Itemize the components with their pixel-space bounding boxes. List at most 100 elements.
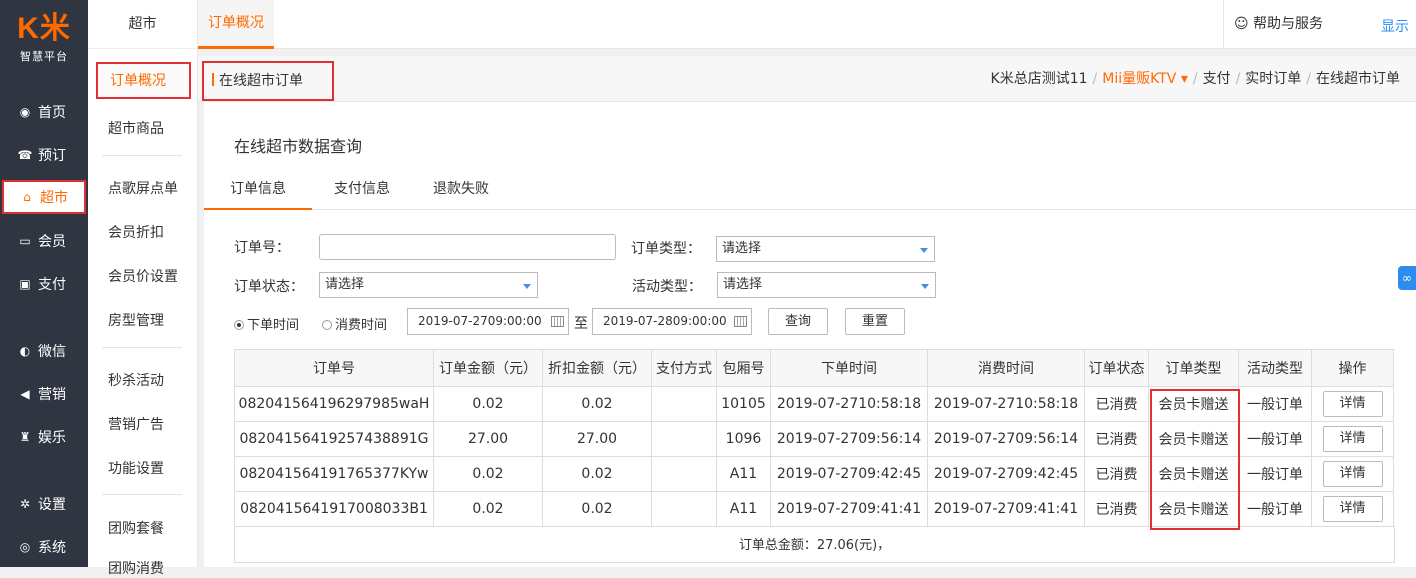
nav-item-8[interactable]: ✲ 设置 [0,484,88,524]
table-cell: 0.02 [542,386,652,422]
table-cell: 已消费 [1084,456,1149,492]
detail-button[interactable]: 详情 [1322,496,1383,522]
col-discount-amount: 折扣金额（元） [542,349,652,387]
col-order-status: 订单状态 [1084,349,1149,387]
subnav-item-feature-settings[interactable]: 功能设置 [108,458,164,478]
divider [102,494,182,495]
col-actions: 操作 [1311,349,1394,387]
table-cell: 082041564191765377KYw [234,456,434,492]
subnav-item-group-consumption[interactable]: 团购消费 [108,558,164,578]
detail-button[interactable]: 详情 [1322,461,1383,487]
subnav-item-products[interactable]: 超市商品 [108,118,164,138]
nav-item-6[interactable]: ◀ 营销 [0,374,88,414]
detail-button[interactable]: 详情 [1322,426,1383,452]
nav-item-2[interactable]: ⌂ 超市 [2,180,86,214]
table-cell: 0.02 [433,456,543,492]
help-service-link[interactable]: ☺ 帮助与服务 [1223,0,1323,49]
actions-cell: 详情 [1311,421,1394,457]
nav-item-5[interactable]: ◐ 微信 [0,331,88,371]
logo-subtitle: 智慧平台 [20,50,68,63]
nav-item-label: 设置 [38,497,66,513]
breadcrumb-venue-dropdown[interactable]: Mii量贩KTV ▾ [1102,71,1188,87]
page-title-text: 在线超市订单 [219,73,303,89]
reset-button[interactable]: 重置 [845,308,905,335]
table-cell: 会员卡赠送 [1148,386,1239,422]
nav-item-label: 首页 [38,105,66,121]
calendar-icon[interactable] [551,316,564,327]
nav-item-label: 超市 [40,190,68,206]
date-to-input[interactable]: 2019-07-2809:00:00 [592,308,752,335]
table-row: 082041564196297985waH 0.02 0.02 10105 2019-0… [234,386,1394,422]
subnav-item-member-discount[interactable]: 会员折扣 [108,222,164,242]
caret-down-icon: ▾ [1180,71,1188,87]
table-cell: 0.02 [433,386,543,422]
show-toggle[interactable]: 显示 [1381,16,1409,36]
subnav-item-marketing-ads[interactable]: 营销广告 [108,414,164,434]
tab-refund-failed[interactable]: 退款失败 [433,178,489,198]
nav-item-3[interactable]: ▭ 会员 [0,221,88,261]
help-label: 帮助与服务 [1253,16,1324,32]
tab-payment-info[interactable]: 支付信息 [334,178,390,198]
tab-order-info[interactable]: 订单信息 [204,178,312,210]
calendar-icon[interactable] [734,316,747,327]
order-no-input[interactable] [319,234,616,260]
table-cell: 会员卡赠送 [1148,491,1239,527]
table-cell: 2019-07-2709:56:14 [770,421,928,457]
nav-item-4[interactable]: ▣ 支付 [0,264,88,304]
table-cell: 一般订单 [1238,421,1312,457]
breadcrumb-current: 在线超市订单 [1316,71,1400,87]
table-cell: 0.02 [433,491,543,527]
subnav-item-order-overview[interactable]: 订单概况 [96,62,191,99]
nav-item-9[interactable]: ◎ 系统 [0,527,88,567]
wechat-icon: ◐ [19,344,31,358]
table-cell: 一般订单 [1238,456,1312,492]
breadcrumb-realtime-orders[interactable]: 实时订单 [1245,71,1301,87]
nav-item-7[interactable]: ♜ 娱乐 [0,417,88,457]
detail-button[interactable]: 详情 [1322,391,1383,417]
table-cell [651,421,717,457]
table-cell: 082041564196297985waH [234,386,434,422]
date-from-input[interactable]: 2019-07-2709:00:00 [407,308,569,335]
col-payment-method: 支付方式 [651,349,717,387]
query-button[interactable]: 查询 [768,308,828,335]
table-cell: A11 [716,456,771,492]
activity-type-select[interactable]: 请选择 [717,272,936,298]
subnav-item-member-price[interactable]: 会员价设置 [108,266,178,286]
table-cell: 1096 [716,421,771,457]
basket-icon: ⌂ [23,190,31,204]
table-cell: 2019-07-2710:58:18 [927,386,1085,422]
nav-item-1[interactable]: ☎ 预订 [0,135,88,175]
order-type-select[interactable]: 请选择 [716,236,935,262]
subnav-item-group-packages[interactable]: 团购套餐 [108,518,164,538]
table-cell: 10105 [716,386,771,422]
date-range-separator: 至 [574,316,588,332]
table-cell: 08204156419257438891G [234,421,434,457]
col-activity-type: 活动类型 [1238,349,1312,387]
entertainment-icon: ♜ [19,430,31,444]
tab-bar: 订单信息 支付信息 退款失败 [204,170,1416,210]
order-status-select[interactable]: 请选择 [319,272,538,298]
page-title: 在线超市订单 [202,61,334,101]
table-cell: 已消费 [1084,491,1149,527]
subnav-item-room-types[interactable]: 房型管理 [108,310,164,330]
subnav-item-flash-sale[interactable]: 秒杀活动 [108,370,164,390]
secondary-sidebar: 超市 订单概况 超市商品 点歌屏点单 会员折扣 会员价设置 房型管理 秒杀活动 … [88,0,198,577]
radio-consume-time[interactable]: 消费时间 [322,314,387,333]
breadcrumb-payment[interactable]: 支付 [1203,71,1231,87]
subnav-item-song-screen-order[interactable]: 点歌屏点单 [108,178,178,198]
secondary-sidebar-title[interactable]: 超市 [88,0,197,49]
breadcrumb: K米总店测试11/Mii量贩KTV ▾ / 支付 / 实时订单 / 在线超市订单 [990,71,1400,87]
table-header-row: 订单号 订单金额（元） 折扣金额（元） 支付方式 包厢号 下单时间 消费时间 订… [234,349,1394,387]
nav-item-0[interactable]: ◉ 首页 [0,92,88,132]
tab-order-overview[interactable]: 订单概况 [198,0,274,49]
actions-cell: 详情 [1311,456,1394,492]
card-icon: ▭ [19,234,31,248]
breadcrumb-store[interactable]: K米总店测试11 [991,71,1088,87]
order-status-label: 订单状态： [234,279,304,295]
table-cell [651,386,717,422]
floating-link-icon[interactable]: ∞ [1398,266,1416,290]
radio-order-time[interactable]: 下单时间 [234,314,299,333]
logo: K米 智慧平台 [0,0,88,92]
table-row: 082041564191765377KYw 0.02 0.02 A11 2019-07-… [234,456,1394,492]
dashboard-icon: ◉ [19,105,31,119]
